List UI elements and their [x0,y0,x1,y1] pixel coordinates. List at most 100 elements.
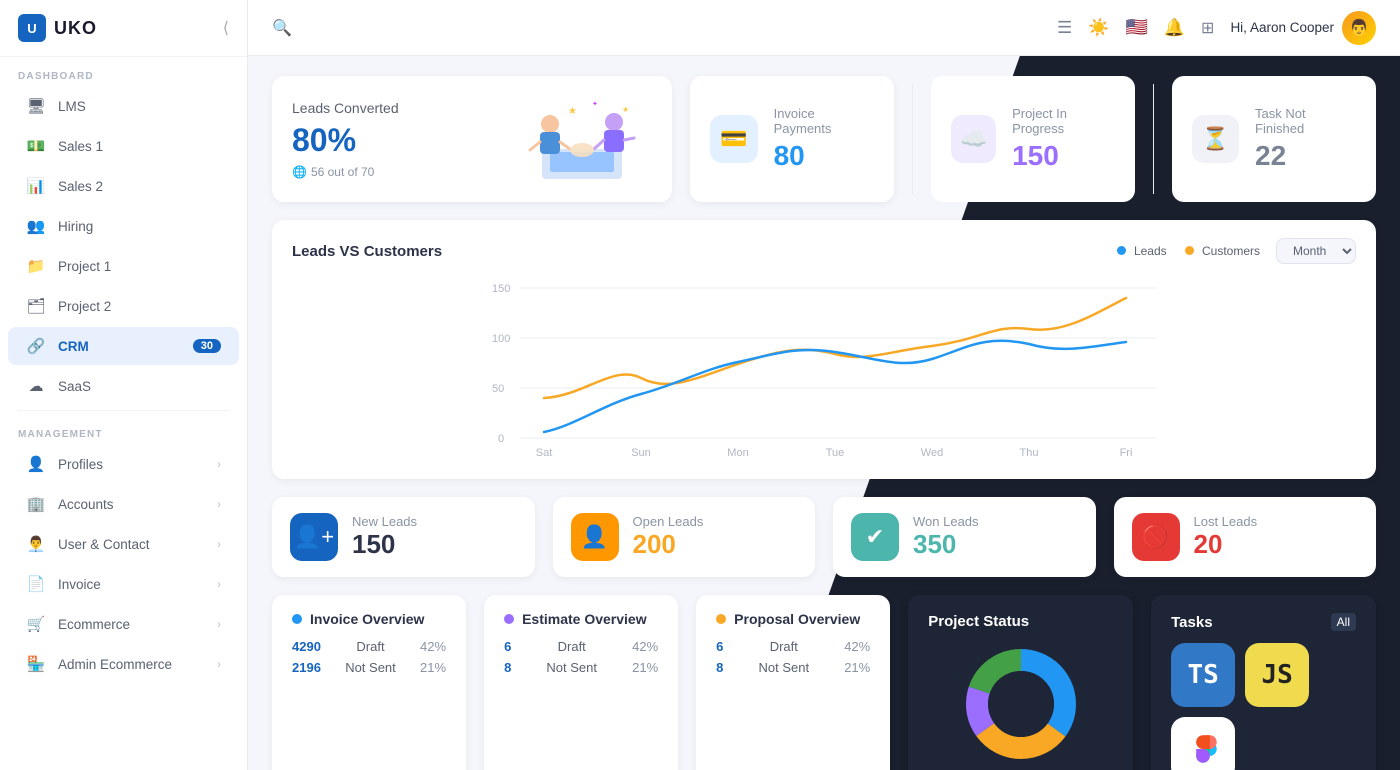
invoice-notsent-pct: 21% [420,660,446,675]
open-leads-card: 👤 Open Leads 200 [553,497,816,577]
won-leads-info: Won Leads 350 [913,514,979,560]
user-greeting: Hi, Aaron Cooper [1230,20,1334,35]
sidebar-toggle-button[interactable]: ⟨ [223,18,229,38]
invoice-payments-label: Invoice Payments [774,106,875,136]
sidebar-item-admin-ecommerce[interactable]: 🏪 Admin Ecommerce › [8,645,239,683]
flag-icon[interactable]: 🇺🇸 [1125,17,1147,38]
bottom-row: Invoice Overview 4290 Draft 42% 2196 Not… [272,595,1376,770]
user-info: Hi, Aaron Cooper 👨 [1230,11,1376,45]
proposal-notsent-pct: 21% [844,660,870,675]
sales1-icon: 💵 [26,136,46,156]
task-not-finished-card: ⏳ Task Not Finished 22 [1172,76,1376,202]
sidebar-item-label: User & Contact [58,537,150,552]
sun-icon[interactable]: ☀️ [1088,18,1109,38]
ecommerce-icon: 🛒 [26,614,46,634]
sidebar-item-label: SaaS [58,379,91,394]
estimate-notsent-label: Not Sent [546,660,597,675]
sales2-icon: 📊 [26,176,46,196]
sidebar-item-crm[interactable]: 🔗 CRM 30 [8,327,239,365]
invoice-overview-title: Invoice Overview [292,611,446,627]
sidebar-item-sales1[interactable]: 💵 Sales 1 [8,127,239,165]
sidebar-item-ecommerce[interactable]: 🛒 Ecommerce › [8,605,239,643]
sidebar-divider [18,410,229,411]
svg-text:0: 0 [498,433,504,445]
sidebar-item-profiles[interactable]: 👤 Profiles › [8,445,239,483]
new-leads-icon-box: 👤+ [290,513,338,561]
globe-icon: 🌐 [292,165,307,179]
grid-icon[interactable]: ⊞ [1201,18,1214,38]
new-leads-label: New Leads [352,514,417,529]
estimate-draft-count: 6 [504,639,511,654]
invoice-payments-card: 💳 Invoice Payments 80 [690,76,894,202]
svg-text:50: 50 [492,383,504,395]
sidebar-header: U UKO ⟨ [0,0,247,57]
svg-text:✦: ✦ [592,100,598,108]
proposal-overview-title: Proposal Overview [716,611,870,627]
sidebar-item-project1[interactable]: 📁 Project 1 [8,247,239,285]
crm-icon: 🔗 [26,336,46,356]
svg-text:Sat: Sat [536,447,553,459]
crm-badge: 30 [193,339,221,353]
svg-text:Wed: Wed [921,447,943,459]
new-leads-info: New Leads 150 [352,514,417,560]
proposal-overview-dot [716,614,726,624]
invoice-overview-card: Invoice Overview 4290 Draft 42% 2196 Not… [272,595,466,770]
sidebar-item-user-contact[interactable]: 👨‍💼 User & Contact › [8,525,239,563]
project-progress-label: Project In Progress [1012,106,1115,136]
estimate-notsent-count: 8 [504,660,511,675]
sidebar-item-lms[interactable]: 🖥 LMS [8,87,239,125]
customers-legend: Customers [1185,244,1260,258]
sidebar-item-saas[interactable]: ☁ SaaS [8,367,239,405]
stat-separator-2 [1153,84,1154,194]
tab-all[interactable]: All [1331,613,1356,631]
customers-legend-dot [1185,246,1194,255]
period-select[interactable]: Month Week Year [1276,238,1356,264]
chart-legend: Leads Customers [1117,244,1260,258]
open-leads-label: Open Leads [633,514,704,529]
avatar: 👨 [1342,11,1376,45]
leads-legend-dot [1117,246,1126,255]
sidebar-item-label: Ecommerce [58,617,130,632]
sidebar-item-accounts[interactable]: 🏢 Accounts › [8,485,239,523]
tech-icons: TS JS [1171,643,1356,770]
new-leads-card: 👤+ New Leads 150 [272,497,535,577]
sidebar-item-project2[interactable]: 🗂 Project 2 [8,287,239,325]
bell-icon[interactable]: 🔔 [1164,18,1185,38]
task-not-finished-label: Task Not Finished [1255,106,1356,136]
estimate-notsent-pct: 21% [632,660,658,675]
project2-icon: 🗂 [26,296,46,316]
proposal-overview-card: Proposal Overview 6 Draft 42% 8 Not Sent… [696,595,890,770]
invoice-icon: 📄 [26,574,46,594]
svg-text:Fri: Fri [1120,447,1133,459]
tasks-tabs: All [1331,613,1356,631]
estimate-overview-card: Estimate Overview 6 Draft 42% 8 Not Sent… [484,595,678,770]
sidebar-item-label: Sales 1 [58,139,103,154]
sidebar-item-label: Sales 2 [58,179,103,194]
estimate-draft-label: Draft [558,639,586,654]
search-area: 🔍 [272,18,292,38]
estimate-overview-dot [504,614,514,624]
invoice-notsent-label: Not Sent [345,660,396,675]
donut-chart-svg [961,644,1081,764]
project-progress-icon-box: ☁️ [951,115,996,163]
leads-legend: Leads [1117,244,1167,258]
open-leads-icon-box: 👤 [571,513,619,561]
invoice-payments-icon-box: 💳 [710,115,757,163]
proposal-notsent-row: 8 Not Sent 21% [716,660,870,675]
new-leads-value: 150 [352,529,417,560]
invoice-overview-dot [292,614,302,624]
hiring-icon: 👥 [26,216,46,236]
project1-icon: 📁 [26,256,46,276]
filter-icon[interactable]: ☰ [1057,18,1072,38]
won-leads-card: ✔ Won Leads 350 [833,497,1096,577]
lost-leads-value: 20 [1194,529,1258,560]
sidebar-item-sales2[interactable]: 📊 Sales 2 [8,167,239,205]
logo-text: UKO [54,18,97,39]
sidebar-item-hiring[interactable]: 👥 Hiring [8,207,239,245]
management-section-label: MANAGEMENT [0,415,247,444]
sidebar-item-invoice[interactable]: 📄 Invoice › [8,565,239,603]
svg-text:★: ★ [622,105,629,114]
sidebar-item-label: Accounts [58,497,114,512]
proposal-notsent-label: Not Sent [759,660,810,675]
chart-header: Leads VS Customers Leads Customers [292,238,1356,264]
